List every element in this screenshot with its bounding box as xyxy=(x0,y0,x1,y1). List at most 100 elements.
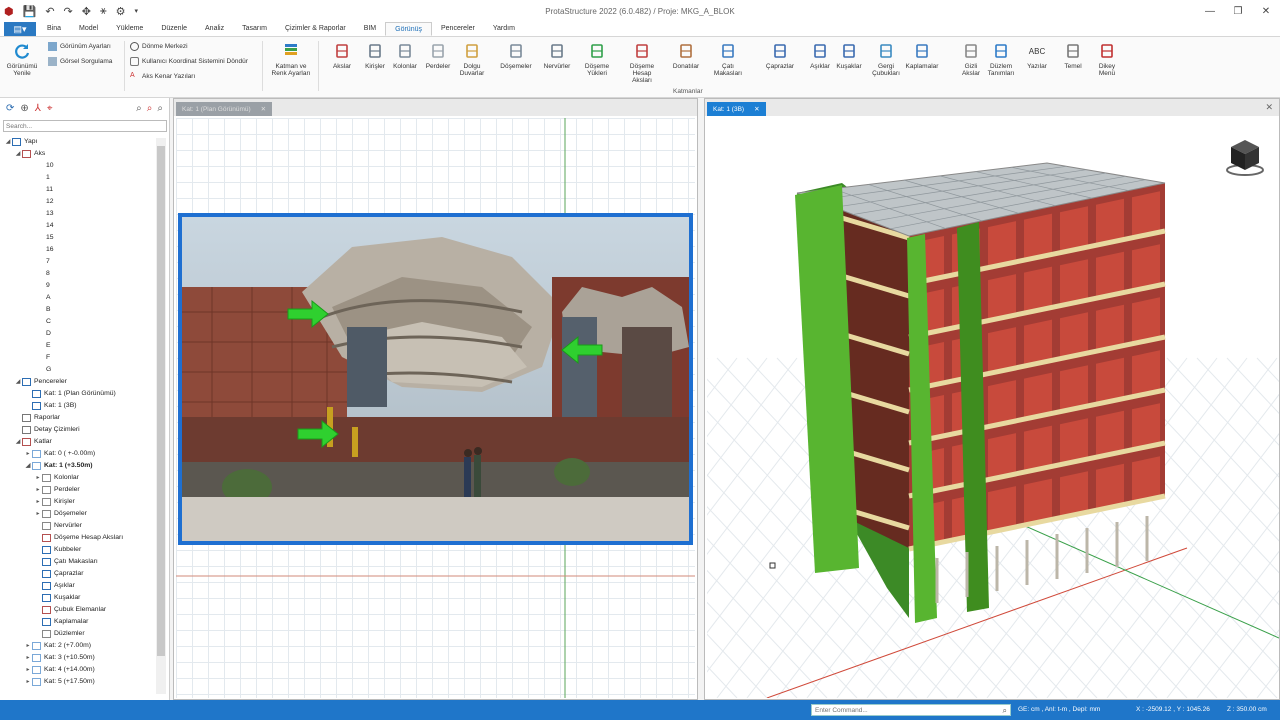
visual-query-button[interactable]: Görsel Sorgulama xyxy=(48,57,112,66)
tree-node[interactable]: 9 xyxy=(0,280,156,292)
save-icon[interactable]: 💾 xyxy=(23,5,37,18)
tree-node[interactable]: Kat: 1 (Plan Görünümü) xyxy=(0,388,156,400)
tab-2[interactable]: Yükleme xyxy=(107,22,152,36)
tab-6[interactable]: Çizimler & Raporlar xyxy=(276,22,355,36)
rotation-center-button[interactable]: Dönme Merkezi xyxy=(130,42,188,51)
tree-node[interactable]: Kat: 1 (3B) xyxy=(0,400,156,412)
tree-node[interactable]: ▸ Perdeler xyxy=(0,484,156,496)
tree-node[interactable]: Çubuk Elemanlar xyxy=(0,604,156,616)
layer-button-5[interactable]: Döşemeler xyxy=(496,41,536,70)
layer-color-settings-button[interactable]: Katman ve Renk Ayarları xyxy=(266,41,316,77)
tab-plan-view[interactable]: Kat: 1 (Plan Görünümü) ✕ xyxy=(176,102,273,116)
tree-node[interactable]: ▸ Kat: 3 (+10.50m) xyxy=(0,652,156,664)
tab-10[interactable]: Yardım xyxy=(484,22,524,36)
layer-button-15[interactable]: Kaplamalar xyxy=(902,41,942,70)
layer-button-17[interactable]: Düzlem Tanımları xyxy=(981,41,1021,77)
tree-axis2-icon[interactable]: ⌖ xyxy=(47,103,53,114)
tab-1[interactable]: Model xyxy=(70,22,107,36)
close-icon[interactable]: ✕ xyxy=(754,105,759,113)
tree-node[interactable]: Detay Çizimleri xyxy=(0,424,156,436)
layer-button-11[interactable]: Çaprazlar xyxy=(760,41,800,70)
tree-expander-icon[interactable]: ▸ xyxy=(34,472,42,484)
zoom-in-icon[interactable]: ⌕ xyxy=(147,103,153,114)
tab-3d-view[interactable]: Kat: 1 (3B) ✕ xyxy=(707,102,766,116)
tree-expander-icon[interactable]: ◢ xyxy=(14,148,22,160)
tree-node[interactable]: 1 xyxy=(0,172,156,184)
panel-close-icon[interactable]: ✕ xyxy=(1265,102,1273,113)
layer-button-9[interactable]: Donatılar xyxy=(666,41,706,70)
tree-expander-icon[interactable]: ▸ xyxy=(24,448,32,460)
view-settings-button[interactable]: Görünüm Ayarları xyxy=(48,42,111,51)
layer-button-10[interactable]: Çatı Makasları xyxy=(708,41,748,77)
tree-node[interactable]: 8 xyxy=(0,268,156,280)
tree-node[interactable]: 7 xyxy=(0,256,156,268)
rotate-ucs-button[interactable]: Kullanıcı Koordinat Sistemini Döndür xyxy=(130,57,248,66)
layer-button-14[interactable]: Gergi Çubukları xyxy=(866,41,906,77)
tree-node[interactable]: Çatı Makasları xyxy=(0,556,156,568)
tree-node[interactable]: ▸ Kat: 0 ( +-0.00m) xyxy=(0,448,156,460)
tree-node[interactable]: ▸ Kirişler xyxy=(0,496,156,508)
tree-node[interactable]: Döşeme Hesap Aksları xyxy=(0,532,156,544)
tree-node[interactable]: 15 xyxy=(0,232,156,244)
plan-canvas[interactable] xyxy=(176,118,695,698)
tab-0[interactable]: Bina xyxy=(38,22,70,36)
zoom-search-icon[interactable]: ⌕ xyxy=(136,103,142,114)
tree-node[interactable]: 11 xyxy=(0,184,156,196)
tree-scrollbar-thumb[interactable] xyxy=(157,146,165,656)
tree-scrollbar[interactable] xyxy=(156,138,166,694)
zoom-out-icon[interactable]: ⌕ xyxy=(157,103,163,114)
tree-node[interactable]: ◢ Pencereler xyxy=(0,376,156,388)
layer-button-20[interactable]: Dikey Menü xyxy=(1087,41,1127,77)
tools-icon[interactable]: ✥ xyxy=(82,5,91,18)
tree-node[interactable]: Aşıklar xyxy=(0,580,156,592)
tree-node[interactable]: Düzlemler xyxy=(0,628,156,640)
tree-node[interactable]: C xyxy=(0,316,156,328)
layer-button-18[interactable]: ABC Yazılar xyxy=(1017,41,1057,70)
tab-4[interactable]: Analiz xyxy=(196,22,233,36)
refresh-view-button[interactable]: Görünümü Yenile xyxy=(4,41,40,77)
tree-expander-icon[interactable]: ◢ xyxy=(14,436,22,448)
tree-node[interactable]: ▸ Kolonlar xyxy=(0,472,156,484)
tree-expander-icon[interactable]: ◢ xyxy=(24,460,32,472)
tree-node[interactable]: ▸ Döşemeler xyxy=(0,508,156,520)
tree-node[interactable]: Raporlar xyxy=(0,412,156,424)
tree-node[interactable]: E xyxy=(0,340,156,352)
layer-button-8[interactable]: Döşeme Hesap Aksları xyxy=(622,41,662,84)
3d-viewport[interactable] xyxy=(707,118,1279,698)
axis-edge-labels-button[interactable]: A Aks Kenar Yazıları xyxy=(130,72,195,81)
tree-refresh-icon[interactable]: ⟳ xyxy=(6,103,14,114)
command-input[interactable] xyxy=(812,705,992,715)
close-icon[interactable]: ✕ xyxy=(261,105,266,113)
layer-button-13[interactable]: Kuşaklar xyxy=(829,41,869,70)
tree-expander-icon[interactable]: ▸ xyxy=(34,508,42,520)
settings-icon[interactable]: ⚙ xyxy=(116,5,126,18)
tree-node[interactable]: D xyxy=(0,328,156,340)
tree-globe-icon[interactable]: ⊕ xyxy=(20,103,28,114)
tree-node[interactable]: B xyxy=(0,304,156,316)
network-icon[interactable]: ⚹ xyxy=(100,5,107,18)
restore-button[interactable]: ❐ xyxy=(1224,0,1252,22)
tab-9[interactable]: Pencereler xyxy=(432,22,484,36)
tab-5[interactable]: Tasarım xyxy=(233,22,276,36)
customize-chevron-icon[interactable]: ▾ xyxy=(134,7,138,15)
tree-search-input[interactable] xyxy=(3,120,167,132)
tree-node[interactable]: G xyxy=(0,364,156,376)
layer-button-4[interactable]: Dolgu Duvarlar xyxy=(452,41,492,77)
layer-button-6[interactable]: Nervürler xyxy=(537,41,577,70)
tree-node[interactable]: A xyxy=(0,292,156,304)
tree-expander-icon[interactable]: ▸ xyxy=(24,640,32,652)
view-cube-icon[interactable] xyxy=(1225,138,1265,178)
tree-node[interactable]: 16 xyxy=(0,244,156,256)
tree-node[interactable]: ◢ Kat: 1 (+3.50m) xyxy=(0,460,156,472)
close-button[interactable]: ✕ xyxy=(1252,0,1280,22)
tree-node[interactable]: 14 xyxy=(0,220,156,232)
tree-node[interactable]: Çaprazlar xyxy=(0,568,156,580)
tree-node[interactable]: Nervürler xyxy=(0,520,156,532)
tree-node[interactable]: Kaplamalar xyxy=(0,616,156,628)
tree-node[interactable]: ◢ Yapı xyxy=(0,136,156,148)
tree-node[interactable]: ▸ Kat: 5 (+17.50m) xyxy=(0,676,156,688)
tree-axis-icon[interactable]: ⅄ xyxy=(35,103,41,114)
tree-expander-icon[interactable]: ▸ xyxy=(24,652,32,664)
tree-node[interactable]: 12 xyxy=(0,196,156,208)
tree-expander-icon[interactable]: ◢ xyxy=(4,136,12,148)
